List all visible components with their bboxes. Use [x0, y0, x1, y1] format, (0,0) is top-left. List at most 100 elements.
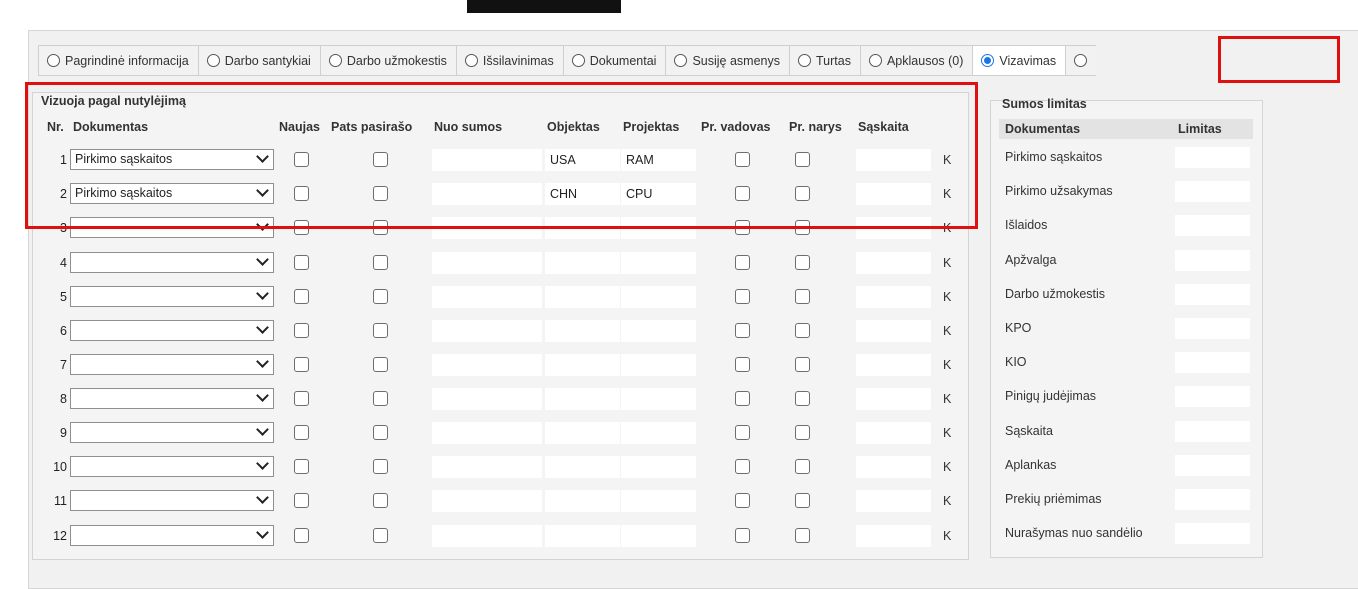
pats-pasiraso-checkbox[interactable]	[373, 493, 388, 508]
k-button[interactable]: K	[943, 153, 951, 167]
pr-vadovas-checkbox[interactable]	[735, 255, 750, 270]
pats-pasiraso-checkbox[interactable]	[373, 391, 388, 406]
pr-vadovas-checkbox[interactable]	[735, 459, 750, 474]
pr-vadovas-checkbox[interactable]	[735, 323, 750, 338]
document-select[interactable]	[70, 422, 274, 443]
naujas-checkbox[interactable]	[294, 357, 309, 372]
objektas-input[interactable]	[545, 354, 620, 376]
radio-icon[interactable]	[868, 54, 882, 67]
objektas-input[interactable]	[545, 320, 620, 342]
projektas-input[interactable]	[621, 456, 696, 478]
document-select[interactable]	[70, 286, 274, 307]
projektas-input[interactable]	[621, 286, 696, 308]
pr-vadovas-checkbox[interactable]	[735, 186, 750, 201]
nuo-sumos-input[interactable]	[432, 286, 542, 308]
pats-pasiraso-checkbox[interactable]	[373, 357, 388, 372]
pr-vadovas-checkbox[interactable]	[735, 357, 750, 372]
projektas-input[interactable]	[621, 354, 696, 376]
projektas-input[interactable]: RAM	[621, 149, 696, 171]
tab-4[interactable]: Dokumentai	[562, 45, 666, 76]
limit-input[interactable]	[1175, 352, 1250, 374]
pats-pasiraso-checkbox[interactable]	[373, 220, 388, 235]
nuo-sumos-input[interactable]	[432, 525, 542, 547]
document-select[interactable]	[70, 490, 274, 511]
pats-pasiraso-checkbox[interactable]	[373, 186, 388, 201]
k-button[interactable]: K	[943, 221, 951, 235]
tab-0[interactable]: Pagrindinė informacija	[38, 45, 198, 76]
document-select[interactable]	[70, 217, 274, 238]
objektas-input[interactable]	[545, 286, 620, 308]
naujas-checkbox[interactable]	[294, 220, 309, 235]
tab-5[interactable]: Susiję asmenys	[665, 45, 789, 76]
limit-input[interactable]	[1175, 147, 1250, 168]
saskaita-input[interactable]	[856, 149, 931, 171]
limit-input[interactable]	[1175, 181, 1250, 203]
nuo-sumos-input[interactable]	[432, 422, 542, 444]
radio-icon[interactable]	[1074, 54, 1088, 67]
tab-8[interactable]: Vizavimas	[972, 45, 1066, 76]
pats-pasiraso-checkbox[interactable]	[373, 459, 388, 474]
naujas-checkbox[interactable]	[294, 289, 309, 304]
pats-pasiraso-checkbox[interactable]	[373, 152, 388, 167]
pr-vadovas-checkbox[interactable]	[735, 425, 750, 440]
projektas-input[interactable]	[621, 490, 696, 512]
projektas-input[interactable]	[621, 422, 696, 444]
document-select[interactable]	[70, 388, 274, 409]
tab-6[interactable]: Turtas	[789, 45, 860, 76]
naujas-checkbox[interactable]	[294, 425, 309, 440]
saskaita-input[interactable]	[856, 490, 931, 512]
pr-vadovas-checkbox[interactable]	[735, 391, 750, 406]
projektas-input[interactable]	[621, 320, 696, 342]
pr-narys-checkbox[interactable]	[795, 459, 810, 474]
objektas-input[interactable]	[545, 490, 620, 512]
pr-narys-checkbox[interactable]	[795, 152, 810, 167]
naujas-checkbox[interactable]	[294, 459, 309, 474]
k-button[interactable]: K	[943, 187, 951, 201]
document-select[interactable]	[70, 525, 274, 546]
nuo-sumos-input[interactable]	[432, 388, 542, 410]
saskaita-input[interactable]	[856, 388, 931, 410]
projektas-input[interactable]: CPU	[621, 183, 696, 205]
pr-narys-checkbox[interactable]	[795, 357, 810, 372]
limit-input[interactable]	[1175, 386, 1250, 408]
pr-vadovas-checkbox[interactable]	[735, 289, 750, 304]
projektas-input[interactable]	[621, 388, 696, 410]
pr-narys-checkbox[interactable]	[795, 289, 810, 304]
nuo-sumos-input[interactable]	[432, 320, 542, 342]
pr-narys-checkbox[interactable]	[795, 425, 810, 440]
k-button[interactable]: K	[943, 460, 951, 474]
limit-input[interactable]	[1175, 454, 1250, 476]
document-select[interactable]: Pirkimo sąskaitos	[70, 183, 274, 204]
pr-vadovas-checkbox[interactable]	[735, 493, 750, 508]
pr-narys-checkbox[interactable]	[795, 323, 810, 338]
pr-narys-checkbox[interactable]	[795, 391, 810, 406]
naujas-checkbox[interactable]	[294, 152, 309, 167]
naujas-checkbox[interactable]	[294, 493, 309, 508]
nuo-sumos-input[interactable]	[432, 354, 542, 376]
tab-overflow[interactable]	[1065, 45, 1097, 76]
saskaita-input[interactable]	[856, 320, 931, 342]
saskaita-input[interactable]	[856, 217, 931, 239]
k-button[interactable]: K	[943, 529, 951, 543]
objektas-input[interactable]	[545, 422, 620, 444]
saskaita-input[interactable]	[856, 183, 931, 205]
objektas-input[interactable]	[545, 525, 620, 547]
saskaita-input[interactable]	[856, 456, 931, 478]
limit-input[interactable]	[1175, 249, 1250, 271]
k-button[interactable]: K	[943, 290, 951, 304]
objektas-input[interactable]: CHN	[545, 183, 620, 205]
objektas-input[interactable]: USA	[545, 149, 620, 171]
objektas-input[interactable]	[545, 388, 620, 410]
pr-narys-checkbox[interactable]	[795, 528, 810, 543]
saskaita-input[interactable]	[856, 422, 931, 444]
nuo-sumos-input[interactable]	[432, 149, 542, 171]
naujas-checkbox[interactable]	[294, 323, 309, 338]
saskaita-input[interactable]	[856, 252, 931, 274]
document-select[interactable]	[70, 354, 274, 375]
k-button[interactable]: K	[943, 256, 951, 270]
radio-icon[interactable]	[464, 54, 478, 67]
pr-vadovas-checkbox[interactable]	[735, 152, 750, 167]
pats-pasiraso-checkbox[interactable]	[373, 323, 388, 338]
document-select[interactable]: Pirkimo sąskaitos	[70, 149, 274, 170]
objektas-input[interactable]	[545, 456, 620, 478]
